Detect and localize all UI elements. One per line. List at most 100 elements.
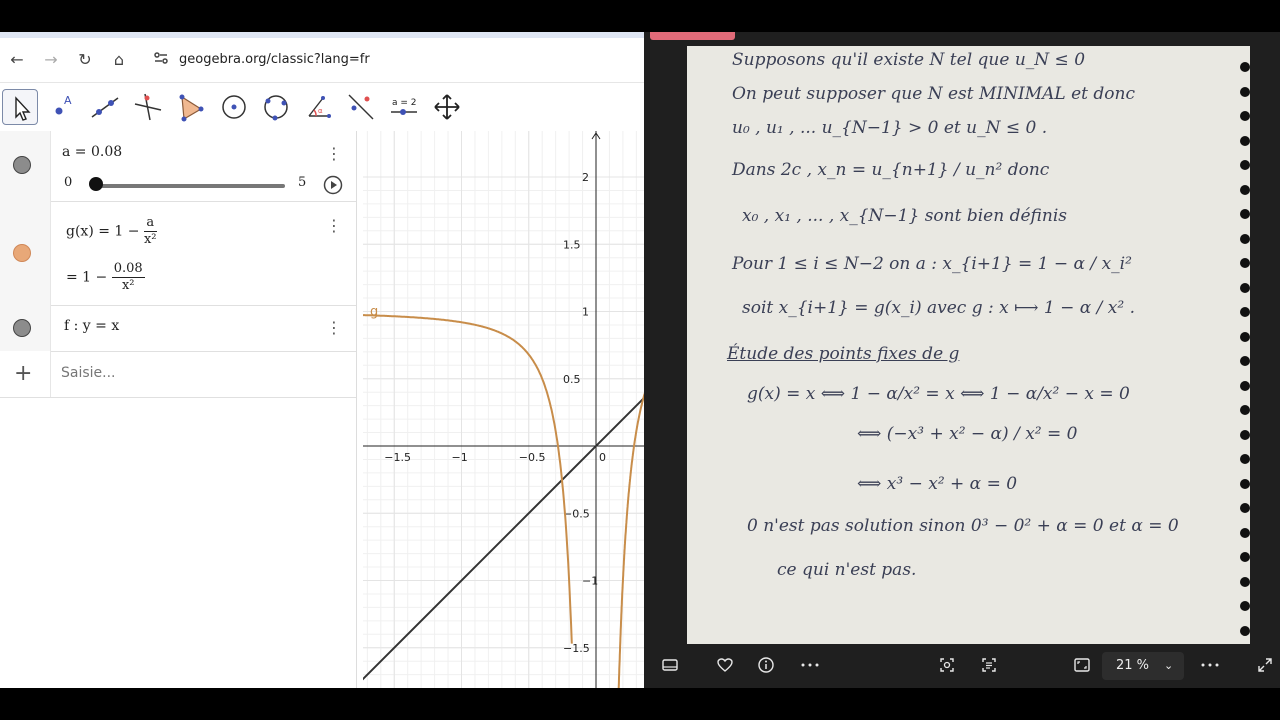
line-tool[interactable] (87, 89, 123, 125)
binding-ring (1240, 331, 1250, 342)
handwritten-line: x₀ , x₁ , ... , x_{N−1} sont bien défini… (742, 206, 1067, 226)
binding-ring (1240, 405, 1250, 415)
y-tick-label: −0.5 (563, 507, 590, 520)
binding-ring (1240, 601, 1250, 611)
handwritten-line: Étude des points fixes de g (727, 344, 960, 364)
slider-min: 0 (64, 175, 73, 190)
algebra-row-a[interactable]: a = 0.08 ⋮ 0 5 (0, 131, 356, 202)
binding-ring (1240, 552, 1250, 562)
slider-tool[interactable]: a = 2 (386, 89, 422, 125)
angle-tool[interactable]: α (301, 89, 337, 125)
browser-window: ← → ↻ ⌂ geogebra.org/classic?lang=fr A α… (0, 32, 644, 688)
back-button[interactable]: ← (7, 50, 27, 70)
play-icon[interactable] (323, 175, 343, 195)
visibility-column (0, 131, 51, 201)
g-num: a (143, 215, 157, 232)
home-button[interactable]: ⌂ (109, 50, 129, 70)
y-tick-label: −1 (582, 575, 598, 588)
more-icon[interactable] (798, 656, 822, 676)
binding-ring (1240, 356, 1250, 366)
g-eq: = 1 − (66, 269, 108, 286)
graphics-view[interactable]: −1.5 −1 −0.5 0 2 1.5 1 0.5 −0.5 −1 −1.5 g (363, 131, 644, 688)
g-value: = 1 − 0.08 x² (66, 261, 145, 294)
crop-icon[interactable] (937, 656, 957, 676)
binding-ring (1240, 625, 1250, 636)
binding-ring (1240, 454, 1250, 464)
forward-button[interactable]: → (41, 50, 61, 70)
binding-ring (1240, 62, 1250, 72)
geogebra-toolbar: A α a = 2 (0, 83, 644, 131)
more-icon[interactable] (1198, 656, 1222, 676)
binding-ring (1240, 86, 1250, 97)
polygon-tool[interactable] (173, 89, 209, 125)
row-menu-icon[interactable]: ⋮ (326, 218, 342, 234)
algebra-row-g[interactable]: g(x) = 1 − a x² = 1 − 0.08 x² ⋮ (0, 201, 356, 306)
svg-text:α: α (318, 107, 323, 115)
pink-tab-indicator (650, 32, 735, 40)
x-tick-label: −1.5 (384, 451, 411, 464)
algebra-input-row[interactable]: + Saisie... (0, 351, 356, 398)
expand-icon[interactable] (1255, 656, 1275, 676)
handwritten-line: g(x) = x ⟺ 1 − α/x² = x ⟺ 1 − α/x² − x =… (747, 384, 1130, 404)
url-field[interactable]: geogebra.org/classic?lang=fr (179, 52, 370, 67)
visibility-toggle[interactable] (13, 156, 31, 174)
f-definition[interactable]: f : y = x (64, 318, 119, 334)
binding-ring (1240, 233, 1250, 244)
y-tick-label: 2 (582, 171, 589, 184)
photo-toolbar: 21 % ⌄ (644, 644, 1280, 688)
curve-g-right (617, 392, 644, 688)
handwritten-line: Dans 2c , x_n = u_{n+1} / u_n² donc (732, 160, 1050, 180)
g-value-fraction: 0.08 x² (111, 261, 145, 294)
slider-knob[interactable] (89, 177, 103, 191)
handwritten-line: ⟺ x³ − x² + α = 0 (857, 474, 1018, 494)
handwritten-page: Supposons qu'il existe N tel que u_N ≤ 0… (687, 46, 1250, 644)
g-definition[interactable]: g(x) = 1 − a x² (66, 215, 157, 248)
add-column: + (0, 351, 51, 397)
reflect-tool[interactable] (343, 89, 379, 125)
binding-ring (1240, 282, 1250, 293)
slider-max: 5 (298, 175, 307, 190)
add-icon[interactable]: + (14, 361, 32, 386)
slider-track[interactable] (95, 184, 285, 188)
g-den2: x² (121, 278, 135, 293)
algebra-view: a = 0.08 ⋮ 0 5 g(x) = 1 − a x² = 1 − 0.08… (0, 131, 357, 688)
g-lhs: g(x) = 1 − (66, 223, 140, 240)
curve-label: g (370, 305, 378, 320)
visibility-toggle[interactable] (13, 319, 31, 337)
handwritten-line: ce qui n'est pas. (777, 560, 917, 580)
info-icon[interactable] (756, 656, 776, 676)
handwritten-line: 0 n'est pas solution sinon 0³ − 0² + α =… (747, 516, 1179, 536)
slideshow-icon[interactable] (660, 656, 680, 676)
slider-tool-label: a = 2 (392, 98, 417, 108)
zoom-dropdown[interactable]: 21 % ⌄ (1102, 652, 1184, 680)
line-f (363, 396, 644, 681)
site-settings-icon[interactable] (152, 50, 170, 68)
svg-text:A: A (64, 94, 72, 107)
move-view-tool[interactable] (429, 89, 465, 125)
visibility-column (0, 305, 51, 351)
x-tick-label: −0.5 (519, 451, 546, 464)
row-menu-icon[interactable]: ⋮ (326, 320, 342, 336)
photo-viewer: Supposons qu'il existe N tel que u_N ≤ 0… (644, 32, 1280, 688)
algebra-input[interactable]: Saisie... (61, 365, 116, 381)
y-tick-label: −1.5 (563, 642, 590, 655)
chevron-down-icon: ⌄ (1164, 659, 1174, 672)
text-scan-icon[interactable] (979, 656, 999, 676)
graphics-canvas[interactable]: −1.5 −1 −0.5 0 2 1.5 1 0.5 −0.5 −1 −1.5 g (363, 131, 644, 688)
address-bar: ← → ↻ ⌂ geogebra.org/classic?lang=fr (0, 38, 644, 83)
reload-button[interactable]: ↻ (75, 50, 95, 70)
binding-ring (1240, 135, 1250, 146)
notebook-binding (1240, 62, 1252, 652)
circle-three-points-tool[interactable] (258, 89, 294, 125)
algebra-row-f[interactable]: f : y = x ⋮ (0, 305, 356, 352)
perpendicular-tool[interactable] (130, 89, 166, 125)
move-tool[interactable] (2, 89, 38, 125)
visibility-toggle[interactable] (13, 244, 31, 262)
fit-icon[interactable] (1072, 656, 1092, 676)
slider-expression[interactable]: a = 0.08 (62, 144, 122, 160)
row-menu-icon[interactable]: ⋮ (326, 146, 342, 162)
circle-tool[interactable] (216, 89, 252, 125)
point-tool[interactable]: A (45, 89, 81, 125)
heart-icon[interactable] (715, 656, 735, 676)
y-tick-label: 1 (582, 306, 589, 319)
